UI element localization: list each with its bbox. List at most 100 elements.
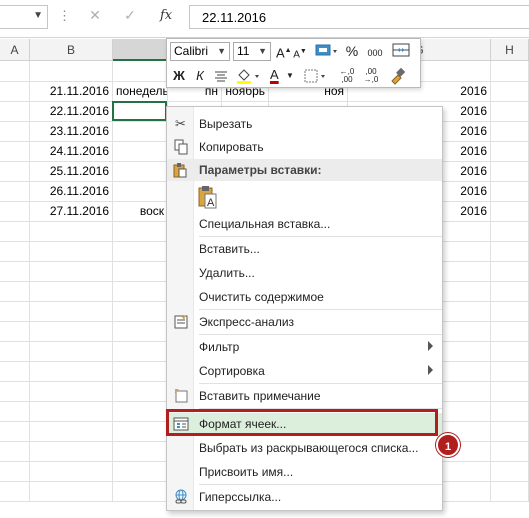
table-cell[interactable] bbox=[491, 341, 529, 362]
italic-button[interactable]: К bbox=[193, 68, 207, 84]
table-cell[interactable] bbox=[491, 441, 529, 462]
table-cell[interactable] bbox=[30, 361, 113, 382]
table-cell[interactable]: 22.11.2016 bbox=[30, 101, 113, 122]
table-cell[interactable] bbox=[491, 461, 529, 482]
table-cell[interactable] bbox=[113, 301, 168, 322]
align-center-button[interactable] bbox=[213, 68, 229, 88]
table-cell[interactable] bbox=[30, 321, 113, 342]
table-cell[interactable]: 26.11.2016 bbox=[30, 181, 113, 202]
menu-item-define-name[interactable]: Присвоить имя... bbox=[167, 461, 442, 483]
table-cell[interactable] bbox=[113, 461, 168, 482]
table-cell[interactable] bbox=[491, 161, 529, 182]
table-cell[interactable] bbox=[0, 381, 30, 402]
table-cell[interactable] bbox=[0, 401, 30, 422]
menu-item-cut[interactable]: ✂ Вырезать bbox=[167, 113, 442, 135]
decrease-decimal-button[interactable]: ,00 →,0 bbox=[361, 68, 381, 84]
table-cell[interactable] bbox=[0, 141, 30, 162]
table-cell[interactable] bbox=[30, 261, 113, 282]
table-cell[interactable] bbox=[491, 261, 529, 282]
table-cell[interactable] bbox=[30, 241, 113, 262]
bold-button[interactable]: Ж bbox=[172, 68, 186, 84]
table-cell[interactable]: воск bbox=[113, 201, 168, 222]
menu-item-insert-comment[interactable]: Вставить примечание bbox=[167, 385, 442, 407]
table-cell[interactable] bbox=[113, 401, 168, 422]
menu-item-filter[interactable]: Фильтр bbox=[167, 336, 442, 358]
table-cell[interactable] bbox=[491, 221, 529, 242]
menu-item-paste-special[interactable]: Специальная вставка... bbox=[167, 213, 442, 235]
drag-handle-icon[interactable]: ⋮ bbox=[58, 8, 71, 24]
table-cell[interactable] bbox=[0, 221, 30, 242]
table-cell[interactable] bbox=[30, 341, 113, 362]
font-size-dropdown[interactable]: 11 ▼ bbox=[233, 42, 271, 61]
table-cell[interactable] bbox=[113, 141, 168, 162]
table-cell[interactable] bbox=[113, 121, 168, 142]
table-cell[interactable] bbox=[491, 421, 529, 442]
menu-item-insert[interactable]: Вставить... bbox=[167, 238, 442, 260]
table-cell[interactable] bbox=[0, 321, 30, 342]
table-cell[interactable] bbox=[0, 301, 30, 322]
fill-color-button[interactable] bbox=[235, 67, 263, 89]
menu-item-delete[interactable]: Удалить... bbox=[167, 262, 442, 284]
table-cell[interactable] bbox=[491, 401, 529, 422]
table-cell[interactable] bbox=[113, 381, 168, 402]
table-cell[interactable] bbox=[0, 481, 30, 502]
cancel-button[interactable]: ✕ bbox=[84, 7, 106, 27]
table-cell[interactable] bbox=[0, 61, 30, 82]
column-header-c[interactable] bbox=[113, 39, 168, 61]
table-cell[interactable] bbox=[0, 341, 30, 362]
menu-item-hyperlink[interactable]: Гиперссылка... bbox=[167, 486, 442, 508]
table-cell[interactable] bbox=[113, 241, 168, 262]
table-cell[interactable] bbox=[113, 261, 168, 282]
table-cell[interactable] bbox=[113, 221, 168, 242]
table-cell[interactable] bbox=[30, 421, 113, 442]
table-cell[interactable]: 27.11.2016 bbox=[30, 201, 113, 222]
table-cell[interactable] bbox=[113, 361, 168, 382]
table-cell[interactable] bbox=[491, 101, 529, 122]
table-cell[interactable] bbox=[491, 181, 529, 202]
table-cell[interactable]: 25.11.2016 bbox=[30, 161, 113, 182]
table-cell[interactable] bbox=[113, 481, 168, 502]
column-header-h[interactable]: H bbox=[491, 39, 529, 61]
table-cell[interactable] bbox=[0, 241, 30, 262]
column-header-a[interactable]: A bbox=[0, 39, 30, 61]
table-cell[interactable] bbox=[30, 221, 113, 242]
table-cell[interactable] bbox=[491, 281, 529, 302]
name-box[interactable]: ▼ bbox=[0, 5, 48, 29]
table-cell[interactable] bbox=[0, 81, 30, 102]
table-cell[interactable] bbox=[0, 121, 30, 142]
table-cell[interactable]: 23.11.2016 bbox=[30, 121, 113, 142]
table-cell[interactable] bbox=[0, 101, 30, 122]
table-cell[interactable] bbox=[491, 381, 529, 402]
table-cell[interactable] bbox=[491, 81, 529, 102]
menu-item-sort[interactable]: Сортировка bbox=[167, 360, 442, 382]
table-cell[interactable] bbox=[491, 141, 529, 162]
menu-item-copy[interactable]: Копировать bbox=[167, 136, 442, 158]
table-cell[interactable] bbox=[113, 61, 168, 82]
menu-item-clear-contents[interactable]: Очистить содержимое bbox=[167, 286, 442, 308]
table-cell[interactable] bbox=[30, 301, 113, 322]
table-cell[interactable] bbox=[30, 61, 113, 82]
merge-center-button[interactable] bbox=[391, 42, 411, 62]
table-cell[interactable] bbox=[491, 301, 529, 322]
table-cell[interactable] bbox=[113, 421, 168, 442]
table-cell[interactable] bbox=[0, 281, 30, 302]
increase-decimal-button[interactable]: ←,0 ,00 bbox=[337, 68, 357, 84]
table-cell[interactable] bbox=[0, 161, 30, 182]
table-cell[interactable] bbox=[0, 441, 30, 462]
enter-button[interactable]: ✓ bbox=[119, 7, 141, 27]
table-cell[interactable]: 21.11.2016 bbox=[30, 81, 113, 102]
table-cell[interactable] bbox=[0, 421, 30, 442]
table-cell[interactable] bbox=[0, 361, 30, 382]
insert-function-button[interactable]: fx bbox=[160, 8, 172, 23]
table-cell[interactable] bbox=[491, 481, 529, 502]
shrink-font-button[interactable]: A▼ bbox=[293, 44, 307, 63]
formula-input[interactable]: 22.11.2016 bbox=[189, 5, 529, 29]
table-cell[interactable] bbox=[491, 241, 529, 262]
table-cell[interactable] bbox=[491, 201, 529, 222]
table-cell[interactable] bbox=[0, 261, 30, 282]
table-cell[interactable] bbox=[113, 441, 168, 462]
table-cell[interactable] bbox=[113, 181, 168, 202]
table-cell[interactable] bbox=[0, 181, 30, 202]
format-painter-button[interactable] bbox=[387, 67, 407, 89]
borders-button[interactable] bbox=[303, 67, 331, 89]
